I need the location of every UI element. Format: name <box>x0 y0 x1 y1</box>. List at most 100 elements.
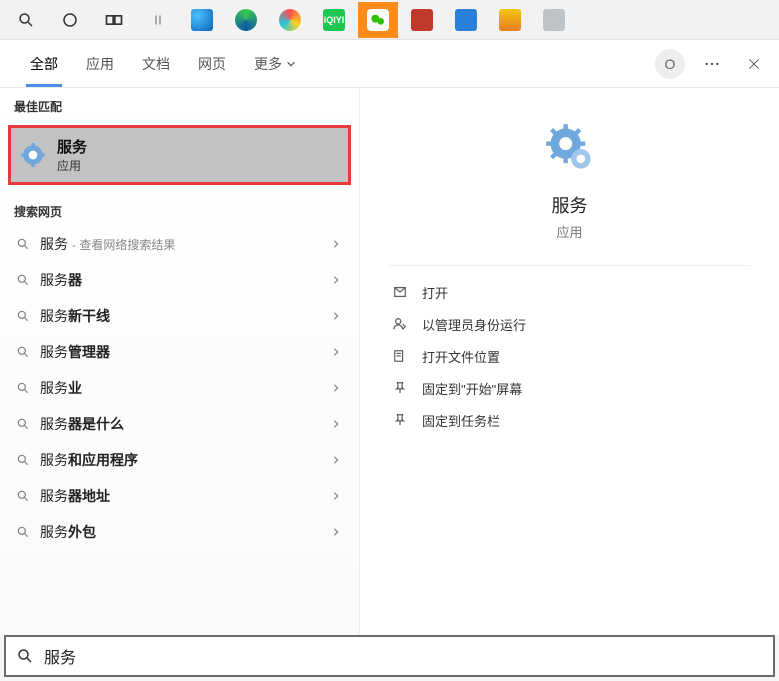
chevron-down-icon <box>286 59 296 69</box>
avatar-letter: O <box>665 56 676 72</box>
more-options-icon[interactable] <box>697 49 727 79</box>
search-icon <box>16 489 30 503</box>
action-label: 固定到"开始"屏幕 <box>422 379 522 398</box>
action-label: 打开 <box>422 283 448 302</box>
preview-gear-icon <box>540 118 600 178</box>
action-item[interactable]: 以管理员身份运行 <box>370 308 769 340</box>
preview-subtitle: 应用 <box>370 222 769 241</box>
taskbar-computer-icon[interactable] <box>534 2 574 38</box>
action-item[interactable]: 打开 <box>370 276 769 308</box>
web-result-text: 服务业 <box>40 378 82 398</box>
taskbar: iQIYI <box>0 0 779 40</box>
gear-icon <box>19 141 47 169</box>
content-area: 最佳匹配 服务 应用 搜索网页 服务 - 查看网络搜索结果 服务器 <box>0 88 779 635</box>
chevron-right-icon <box>331 527 341 537</box>
tab-label: 应用 <box>86 54 114 74</box>
tabs-bar: 全部 应用 文档 网页 更多 O <box>0 40 779 88</box>
web-result-text: 服务 <box>40 234 68 254</box>
tab-label: 网页 <box>198 54 226 74</box>
best-match-result[interactable]: 服务 应用 <box>8 125 351 185</box>
web-result-text: 服务新干线 <box>40 306 110 326</box>
tab-label: 文档 <box>142 54 170 74</box>
taskbar-cortana-icon[interactable] <box>50 2 90 38</box>
taskbar-browser-colorful-icon[interactable] <box>270 2 310 38</box>
web-result-item[interactable]: 服务器 <box>0 262 359 298</box>
best-match-subtitle: 应用 <box>57 157 87 174</box>
search-icon <box>16 417 30 431</box>
search-icon <box>16 237 30 251</box>
web-result-item[interactable]: 服务和应用程序 <box>0 442 359 478</box>
chevron-right-icon <box>331 383 341 393</box>
chevron-right-icon <box>331 311 341 321</box>
tab-apps[interactable]: 应用 <box>72 40 128 87</box>
tab-docs[interactable]: 文档 <box>128 40 184 87</box>
web-result-item[interactable]: 服务器是什么 <box>0 406 359 442</box>
chevron-right-icon <box>331 455 341 465</box>
web-result-text: 服务器地址 <box>40 486 110 506</box>
web-result-item[interactable]: 服务管理器 <box>0 334 359 370</box>
tab-web[interactable]: 网页 <box>184 40 240 87</box>
taskbar-task-view-icon[interactable] <box>94 2 134 38</box>
preview-pane: 服务 应用 打开以管理员身份运行打开文件位置固定到"开始"屏幕固定到任务栏 <box>360 88 779 635</box>
web-result-suffix: - 查看网络搜索结果 <box>72 236 175 253</box>
avatar[interactable]: O <box>655 49 685 79</box>
close-icon[interactable] <box>739 49 769 79</box>
web-result-text: 服务管理器 <box>40 342 110 362</box>
best-match-label: 最佳匹配 <box>0 88 359 121</box>
tab-label: 全部 <box>30 54 58 74</box>
web-result-text: 服务器是什么 <box>40 414 124 434</box>
chevron-right-icon <box>331 239 341 249</box>
web-result-item[interactable]: 服务器地址 <box>0 478 359 514</box>
tab-more[interactable]: 更多 <box>240 40 310 87</box>
taskbar-wechat-icon[interactable] <box>358 2 398 38</box>
web-result-item[interactable]: 服务新干线 <box>0 298 359 334</box>
web-search-label: 搜索网页 <box>0 193 359 226</box>
divider <box>388 265 751 266</box>
taskbar-settings-tool-icon[interactable] <box>490 2 530 38</box>
web-result-text: 服务外包 <box>40 522 96 542</box>
pin-taskbar-icon <box>392 412 408 428</box>
action-label: 固定到任务栏 <box>422 411 500 430</box>
admin-run-icon <box>392 316 408 332</box>
pin-start-icon <box>392 380 408 396</box>
open-icon <box>392 284 408 300</box>
taskbar-edge-legacy-icon[interactable] <box>182 2 222 38</box>
chevron-right-icon <box>331 275 341 285</box>
search-input[interactable] <box>44 647 763 665</box>
preview-title: 服务 <box>370 192 769 218</box>
taskbar-toolbox-icon[interactable] <box>402 2 442 38</box>
taskbar-divider-icon <box>138 2 178 38</box>
search-icon <box>16 273 30 287</box>
search-icon <box>16 345 30 359</box>
web-result-item[interactable]: 服务业 <box>0 370 359 406</box>
web-result-text: 服务和应用程序 <box>40 450 138 470</box>
search-icon <box>16 525 30 539</box>
web-result-item[interactable]: 服务外包 <box>0 514 359 550</box>
action-label: 以管理员身份运行 <box>422 315 526 334</box>
chevron-right-icon <box>331 491 341 501</box>
web-result-text: 服务器 <box>40 270 82 290</box>
taskbar-screen-app-icon[interactable] <box>446 2 486 38</box>
actions-list: 打开以管理员身份运行打开文件位置固定到"开始"屏幕固定到任务栏 <box>370 276 769 436</box>
action-item[interactable]: 固定到"开始"屏幕 <box>370 372 769 404</box>
action-label: 打开文件位置 <box>422 347 500 366</box>
chevron-right-icon <box>331 419 341 429</box>
search-bar[interactable] <box>4 635 775 677</box>
web-result-item[interactable]: 服务 - 查看网络搜索结果 <box>0 226 359 262</box>
chevron-right-icon <box>331 347 341 357</box>
taskbar-edge-icon[interactable] <box>226 2 266 38</box>
taskbar-iqiyi-icon[interactable]: iQIYI <box>314 2 354 38</box>
open-location-icon <box>392 348 408 364</box>
web-results-list: 服务 - 查看网络搜索结果 服务器 服务新干线 服务管理器 <box>0 226 359 550</box>
search-icon <box>16 381 30 395</box>
best-match-title: 服务 <box>57 136 87 157</box>
tab-all[interactable]: 全部 <box>16 40 72 87</box>
search-icon <box>16 453 30 467</box>
taskbar-search-icon[interactable] <box>6 2 46 38</box>
results-pane: 最佳匹配 服务 应用 搜索网页 服务 - 查看网络搜索结果 服务器 <box>0 88 360 635</box>
search-icon <box>16 309 30 323</box>
tab-label: 更多 <box>254 54 282 74</box>
action-item[interactable]: 固定到任务栏 <box>370 404 769 436</box>
search-icon <box>16 647 34 665</box>
action-item[interactable]: 打开文件位置 <box>370 340 769 372</box>
